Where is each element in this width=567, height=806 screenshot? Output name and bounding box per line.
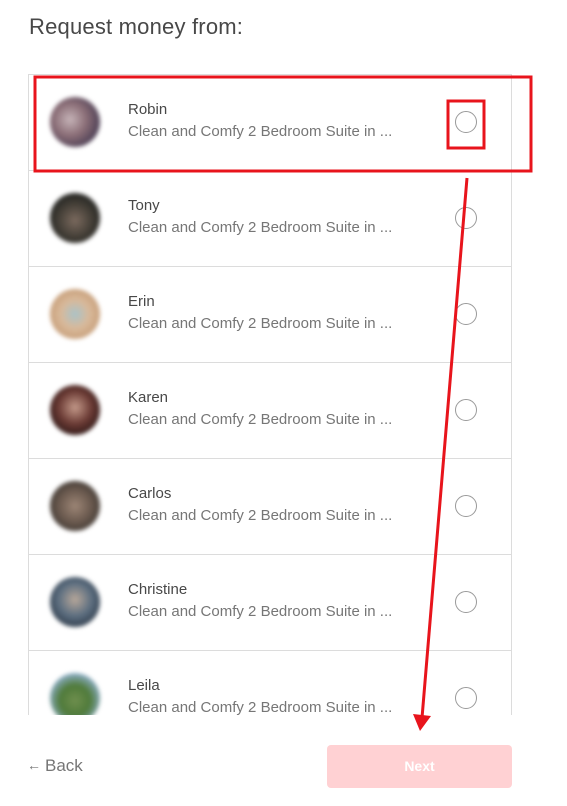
guest-row[interactable]: Leila Clean and Comfy 2 Bedroom Suite in… [29,651,511,715]
back-label: Back [45,756,83,775]
avatar [50,481,100,531]
guest-name: Tony [128,197,160,214]
avatar [50,97,100,147]
guest-name: Karen [128,389,169,406]
guest-row[interactable]: Erin Clean and Comfy 2 Bedroom Suite in … [29,267,511,363]
guest-listing: Clean and Comfy 2 Bedroom Suite in ... [128,411,393,428]
guest-listing: Clean and Comfy 2 Bedroom Suite in ... [128,507,393,524]
guest-row[interactable]: Christine Clean and Comfy 2 Bedroom Suit… [29,555,511,651]
page-title: Request money from: [29,14,244,39]
select-radio[interactable] [455,495,477,517]
avatar [50,577,100,627]
guest-name: Leila [128,677,160,694]
guest-row[interactable]: Carlos Clean and Comfy 2 Bedroom Suite i… [29,459,511,555]
avatar [50,385,100,435]
select-radio[interactable] [455,399,477,421]
avatar [50,289,100,339]
annotation-arrowhead [413,714,431,731]
guest-list[interactable]: Robin Clean and Comfy 2 Bedroom Suite in… [28,74,512,715]
back-button[interactable]: ← Back [27,756,83,776]
avatar [50,673,100,715]
guest-name: Carlos [128,485,172,502]
guest-row[interactable]: Tony Clean and Comfy 2 Bedroom Suite in … [29,171,511,267]
guest-listing: Clean and Comfy 2 Bedroom Suite in ... [128,603,393,620]
guest-name: Robin [128,101,168,118]
guest-listing: Clean and Comfy 2 Bedroom Suite in ... [128,123,393,140]
guest-listing: Clean and Comfy 2 Bedroom Suite in ... [128,699,393,715]
guest-listing: Clean and Comfy 2 Bedroom Suite in ... [128,315,393,332]
select-radio[interactable] [455,591,477,613]
guest-listing: Clean and Comfy 2 Bedroom Suite in ... [128,219,393,236]
arrow-left-icon: ← [27,757,41,773]
select-radio[interactable] [455,687,477,709]
select-radio[interactable] [455,303,477,325]
guest-row[interactable]: Robin Clean and Comfy 2 Bedroom Suite in… [29,75,511,171]
avatar [50,193,100,243]
guest-row[interactable]: Karen Clean and Comfy 2 Bedroom Suite in… [29,363,511,459]
guest-name: Erin [128,293,155,310]
select-radio[interactable] [455,207,477,229]
next-button[interactable]: Next [327,745,512,788]
guest-name: Christine [128,581,188,598]
request-money-page: Request money from: Robin Clean and Comf… [0,0,567,806]
select-radio[interactable] [455,111,477,133]
